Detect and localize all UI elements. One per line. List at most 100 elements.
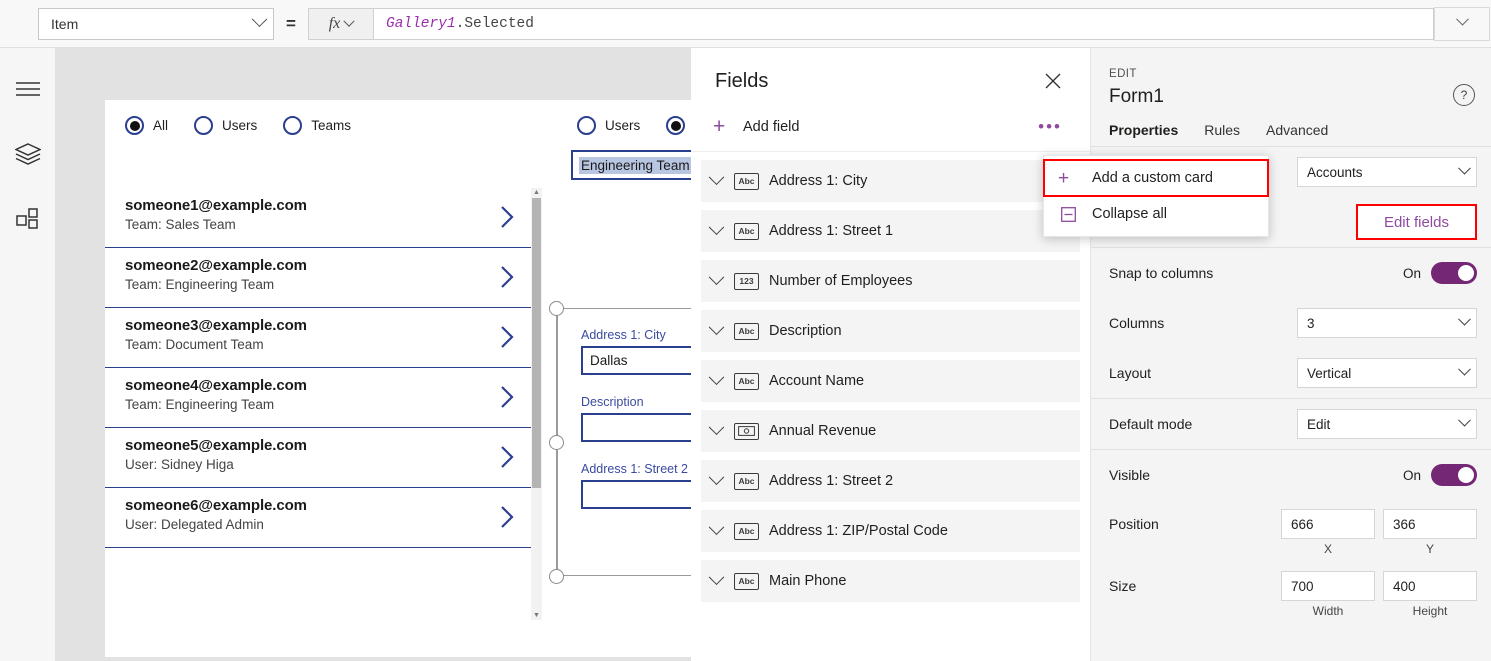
chevron-right-icon[interactable] [499,264,515,290]
default-mode-dropdown[interactable]: Edit [1297,409,1477,439]
close-icon[interactable] [1040,68,1066,94]
edit-fields-button[interactable]: Edit fields [1370,208,1463,237]
chevron-down-icon[interactable] [709,569,725,585]
menu-item-collapse-all[interactable]: Collapse all [1044,196,1268,232]
formula-bar-expand-button[interactable] [1434,7,1490,41]
snap-to-columns-toggle[interactable] [1431,262,1477,284]
size-row: Size 700 Width 400 Height [1091,562,1491,624]
chevron-right-icon[interactable] [499,384,515,410]
position-y-caption: Y [1383,542,1477,556]
radio-icon [125,116,144,135]
default-mode-row: Default mode Edit [1091,399,1491,449]
form-radio-group: Users T [577,116,703,135]
plus-icon: + [713,116,743,137]
text-type-icon: Abc [734,373,759,390]
position-x-input[interactable]: 666 [1281,509,1375,539]
field-row-label: Address 1: ZIP/Postal Code [769,523,948,539]
question-mark-icon[interactable]: ? [1453,84,1475,106]
tab-properties[interactable]: Properties [1109,122,1178,146]
gallery-item-title: someone1@example.com [125,197,535,214]
radio-option-users-2[interactable]: Users [577,116,640,135]
gallery-item[interactable]: someone2@example.com Team: Engineering T… [105,248,535,308]
gallery-item-title: someone5@example.com [125,437,535,454]
add-field-row[interactable]: + Add field ••• [691,102,1090,152]
chevron-down-icon[interactable] [709,319,725,335]
number-type-icon: 123 [734,273,759,290]
radio-icon [666,116,685,135]
fields-panel-title: Fields [715,70,1040,93]
chevron-down-icon[interactable] [709,219,725,235]
scrollbar-thumb[interactable] [532,198,541,488]
menu-item-add-custom-card[interactable]: + Add a custom card [1044,160,1268,196]
chevron-down-icon[interactable] [709,519,725,535]
ellipsis-icon[interactable]: ••• [1038,117,1066,137]
tab-rules[interactable]: Rules [1204,122,1240,146]
chevron-right-icon[interactable] [499,504,515,530]
size-width-caption: Width [1281,604,1375,618]
fields-panel-header: Fields [691,48,1090,94]
size-height-input[interactable]: 400 [1383,571,1477,601]
visible-toggle[interactable] [1431,464,1477,486]
radio-option-users[interactable]: Users [194,116,257,135]
snap-to-columns-row: Snap to columns On [1091,248,1491,298]
field-row[interactable]: Abc Main Phone [701,560,1080,602]
gallery-item-title: someone2@example.com [125,257,535,274]
radio-icon [283,116,302,135]
formula-input[interactable]: Gallery1.Selected [374,8,1434,40]
scroll-up-arrow-icon[interactable]: ▲ [533,189,540,196]
visible-toggle-wrap[interactable]: On [1403,464,1477,486]
radio-option-all[interactable]: All [125,116,168,135]
chevron-down-icon[interactable] [709,469,725,485]
gallery-item[interactable]: someone1@example.com Team: Sales Team [105,188,535,248]
field-row[interactable]: 123 Number of Employees [701,260,1080,302]
position-y-input[interactable]: 366 [1383,509,1477,539]
scroll-down-arrow-icon[interactable]: ▼ [533,612,540,619]
snap-to-columns-toggle-wrap[interactable]: On [1403,262,1477,284]
chevron-down-icon[interactable] [709,169,725,185]
gallery-item[interactable]: someone6@example.com User: Delegated Adm… [105,488,535,548]
layout-dropdown[interactable]: Vertical [1297,358,1477,388]
field-row[interactable]: Abc Address 1: Street 2 [701,460,1080,502]
chevron-right-icon[interactable] [499,324,515,350]
size-label: Size [1109,571,1271,601]
chevron-right-icon[interactable] [499,204,515,230]
hamburger-menu-icon[interactable] [8,68,48,108]
resize-handle[interactable] [549,435,564,450]
tree-view-layers-icon[interactable] [8,134,48,174]
field-row-label: Address 1: Street 1 [769,223,893,239]
tab-advanced[interactable]: Advanced [1266,122,1328,146]
field-row[interactable]: Abc Address 1: ZIP/Postal Code [701,510,1080,552]
radio-option-teams[interactable]: Teams [283,116,351,135]
gallery-item-subtitle: Team: Document Team [125,337,535,352]
gallery-item[interactable]: someone5@example.com User: Sidney Higa [105,428,535,488]
resize-handle[interactable] [549,301,564,316]
chevron-down-icon[interactable] [709,269,725,285]
text-type-icon: Abc [734,173,759,190]
size-width-input[interactable]: 700 [1281,571,1375,601]
gallery-item-subtitle: User: Delegated Admin [125,517,535,532]
properties-panel: EDIT Form1 ? Properties Rules Advanced D… [1091,48,1491,661]
columns-dropdown[interactable]: 3 [1297,308,1477,338]
field-row[interactable]: Abc Description [701,310,1080,352]
gallery-item[interactable]: someone4@example.com Team: Engineering T… [105,368,535,428]
gallery-item[interactable]: someone3@example.com Team: Document Team [105,308,535,368]
chevron-down-icon[interactable] [709,419,725,435]
property-select[interactable]: Item [38,8,274,40]
visible-row: Visible On [1091,450,1491,500]
menu-item-label: Collapse all [1092,206,1167,222]
field-row[interactable]: Abc Address 1: Street 1 [701,210,1080,252]
chevron-right-icon[interactable] [499,444,515,470]
chevron-down-icon[interactable] [709,369,725,385]
insert-components-icon[interactable] [8,200,48,240]
field-row[interactable]: Annual Revenue [701,410,1080,452]
data-source-dropdown[interactable]: Accounts [1297,157,1477,187]
field-row[interactable]: Abc Address 1: City [701,160,1080,202]
gallery-scrollbar[interactable]: ▲ ▼ [531,188,542,620]
text-type-icon: Abc [734,523,759,540]
gallery1[interactable]: someone1@example.com Team: Sales Team so… [105,188,535,620]
field-row[interactable]: Abc Account Name [701,360,1080,402]
fx-button[interactable]: fx [308,8,374,40]
left-rail [0,48,56,661]
control-name: Form1 [1109,86,1473,108]
resize-handle[interactable] [549,569,564,584]
